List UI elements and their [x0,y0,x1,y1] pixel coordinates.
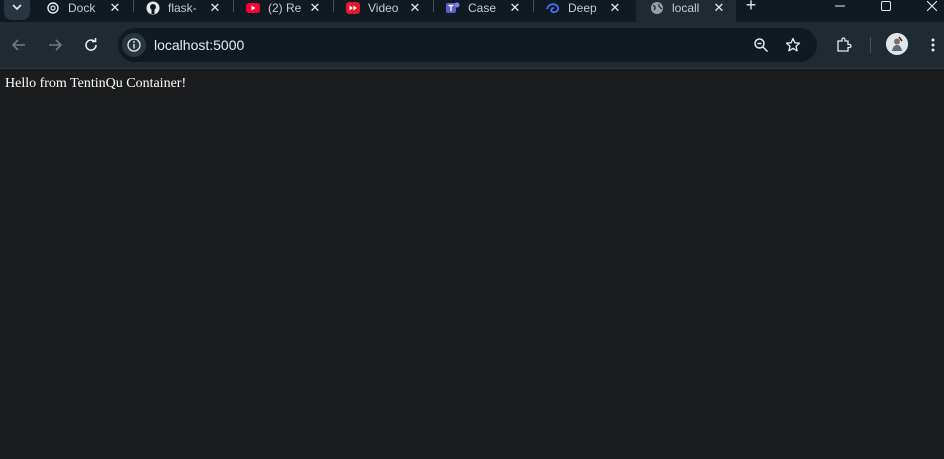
tab-localhost[interactable]: locall ✕ [636,0,736,22]
page-content: Hello from TentinQu Container! [0,69,944,459]
deepseek-icon [546,1,560,15]
openai-icon [46,1,60,15]
globe-icon [650,1,664,15]
tab-close-icon[interactable]: ✕ [208,0,222,15]
reload-icon [85,38,97,51]
tab-title: Dock [68,1,96,15]
tab-search-button[interactable] [4,0,30,20]
tab-youtube[interactable]: (2) Re ✕ [232,0,332,22]
tab-title: flask- [168,1,197,15]
back-button[interactable] [8,34,30,56]
page-text: Hello from TentinQu Container! [5,76,187,91]
tab-dock[interactable]: Dock ✕ [32,0,132,22]
forward-button[interactable] [44,34,66,56]
tab-title: Case [468,1,497,15]
new-tab-button[interactable]: + [740,0,762,16]
bookmark-button[interactable] [783,35,803,55]
maximize-icon [881,1,891,11]
extensions-button[interactable] [833,34,855,56]
site-info-button[interactable] [122,33,146,57]
star-icon [785,37,801,52]
youtube-icon [246,1,260,15]
minimize-icon [835,5,845,7]
tab-close-icon[interactable]: ✕ [608,0,622,15]
zoom-button[interactable] [751,35,771,55]
tab-case[interactable]: Case ✕ [432,0,532,22]
tab-flask[interactable]: flask- ✕ [132,0,232,22]
github-icon [146,1,160,15]
tab-title: locall [672,1,700,15]
zoom-icon [754,38,769,53]
kebab-menu-icon [931,38,935,52]
tab-close-icon[interactable]: ✕ [712,0,726,15]
info-icon [127,38,141,52]
tab-title: (2) Re [268,1,302,15]
avatar-icon [886,33,908,55]
tab-close-icon[interactable]: ✕ [408,0,422,15]
tab-video[interactable]: Video ✕ [332,0,432,22]
tab-strip: Dock ✕ flask- ✕ (2) Re ✕ Video ✕ Case ✕ [0,0,944,22]
url-text[interactable]: localhost:5000 [154,37,244,53]
tab-deep[interactable]: Deep ✕ [532,0,632,22]
browser-toolbar: localhost:5000 [0,22,944,69]
profile-avatar[interactable] [886,33,908,55]
tab-title: Deep [568,1,597,15]
window-close-button[interactable] [912,0,944,18]
maximize-button[interactable] [866,0,906,18]
tab-close-icon[interactable]: ✕ [308,0,322,15]
video-icon [346,1,360,15]
minimize-button[interactable] [820,0,860,18]
reload-button[interactable] [80,34,102,56]
arrow-left-icon [11,39,25,51]
toolbar-separator [870,37,871,53]
chevron-down-icon [12,4,22,11]
teams-icon [446,1,460,15]
address-bar[interactable]: localhost:5000 [118,28,817,62]
tab-close-icon[interactable]: ✕ [508,0,522,15]
puzzle-icon [837,37,852,52]
arrow-right-icon [49,39,63,51]
menu-button[interactable] [922,34,944,56]
tab-title: Video [368,1,399,15]
tab-close-icon[interactable]: ✕ [108,0,122,15]
close-icon [927,1,937,11]
